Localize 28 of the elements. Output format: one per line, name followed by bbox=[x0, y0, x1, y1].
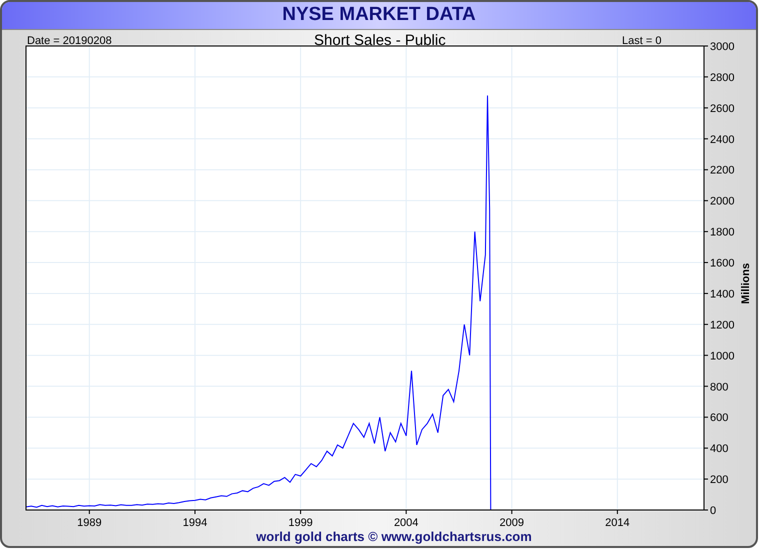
axis-tick-label: 400 bbox=[710, 442, 728, 455]
axis-tick-label: 2009 bbox=[500, 516, 524, 526]
axis-tick-label: 1400 bbox=[710, 288, 734, 300]
axis-tick-label: 800 bbox=[710, 380, 728, 393]
credit-text: world gold charts © www.goldchartsrus.com bbox=[256, 528, 532, 546]
axis-tick-label: 2200 bbox=[710, 164, 734, 176]
date-label: Date = 20190208 bbox=[27, 34, 112, 49]
page-title: NYSE MARKET DATA bbox=[282, 3, 476, 28]
axis-tick-label: 200 bbox=[710, 474, 728, 486]
chart-title: Short Sales - Public bbox=[314, 31, 446, 51]
axis-tick-label: 0 bbox=[710, 504, 716, 516]
axis-tick-label: 2600 bbox=[710, 102, 734, 114]
axis-tick-label: 3000 bbox=[710, 40, 734, 52]
axis-tick-label: 2004 bbox=[394, 516, 418, 526]
axis-tick-label: 2014 bbox=[605, 516, 630, 526]
axis-tick-label: 2800 bbox=[710, 71, 734, 84]
axis-tick-label: 2000 bbox=[710, 195, 734, 208]
axis-tick-label: 1800 bbox=[710, 226, 734, 238]
axis-tick-label: 1000 bbox=[710, 350, 734, 362]
axis-tick-label: 1600 bbox=[710, 257, 734, 270]
axis-title: Millions bbox=[739, 263, 753, 304]
last-label: Last = 0 bbox=[622, 34, 662, 49]
axis-tick-label: 1200 bbox=[710, 318, 734, 331]
axis-tick-label: 1994 bbox=[182, 516, 208, 526]
axis-tick-label: 600 bbox=[710, 412, 728, 424]
axis-tick-label: 2400 bbox=[710, 133, 734, 146]
axis-tick-label: 1999 bbox=[288, 516, 313, 526]
axis-tick-label: 1989 bbox=[77, 516, 102, 526]
